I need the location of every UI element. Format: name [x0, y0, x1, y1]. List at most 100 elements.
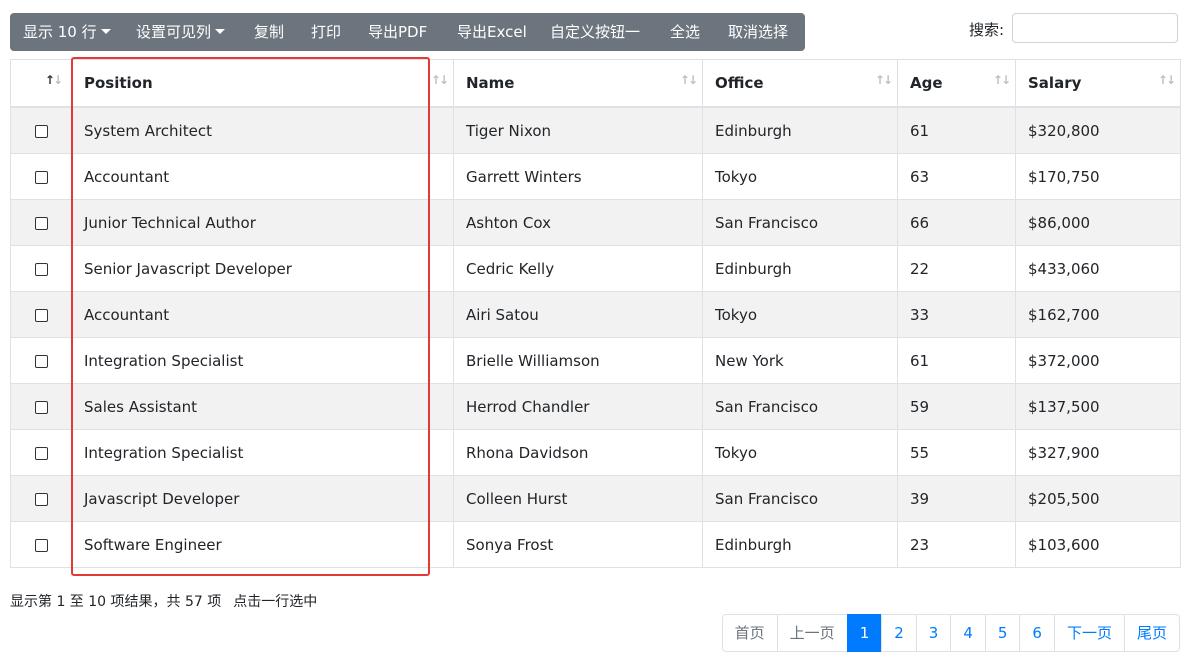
sort-icon: ↑↓	[44, 73, 63, 87]
cell-office: San Francisco	[702, 475, 898, 522]
search-input[interactable]	[1012, 13, 1178, 43]
row-select-cell[interactable]	[10, 153, 72, 200]
row-checkbox[interactable]	[34, 400, 48, 414]
table-row[interactable]: Integration Specialist Rhona Davidson To…	[10, 429, 1181, 476]
cell-name: Sonya Frost	[453, 521, 703, 568]
table-row[interactable]: Sales Assistant Herrod Chandler San Fran…	[10, 383, 1181, 430]
column-header-age[interactable]: Age ↑↓	[897, 59, 1016, 108]
table-row[interactable]: Javascript Developer Colleen Hurst San F…	[10, 475, 1181, 522]
cell-position: Javascript Developer	[71, 475, 454, 522]
table-row[interactable]: Software Engineer Sonya Frost Edinburgh …	[10, 521, 1181, 568]
row-checkbox[interactable]	[34, 124, 48, 138]
first-page-button[interactable]: 首页	[721, 614, 778, 652]
column-header-label: Name	[466, 74, 515, 92]
cell-name: Tiger Nixon	[453, 106, 703, 154]
row-select-cell[interactable]	[10, 337, 72, 384]
export-pdf-button[interactable]: 导出PDF	[368, 13, 427, 51]
deselect-button[interactable]: 取消选择	[728, 13, 788, 51]
row-select-cell[interactable]	[10, 429, 72, 476]
row-select-cell[interactable]	[10, 475, 72, 522]
page-button-6[interactable]: 6	[1019, 614, 1055, 652]
column-visibility-button[interactable]: 设置可见列	[136, 13, 226, 51]
cell-name: Cedric Kelly	[453, 245, 703, 292]
cell-office: Edinburgh	[702, 245, 898, 292]
cell-name: Airi Satou	[453, 291, 703, 338]
table-row[interactable]: Junior Technical Author Ashton Cox San F…	[10, 199, 1181, 246]
row-checkbox[interactable]	[34, 262, 48, 276]
cell-name: Ashton Cox	[453, 199, 703, 246]
row-select-cell[interactable]	[10, 199, 72, 246]
table-info: 显示第 1 至 10 项结果，共 57 项点击一行选中	[10, 591, 317, 611]
row-select-cell[interactable]	[10, 521, 72, 568]
page-button-1[interactable]: 1	[846, 614, 883, 652]
page-button-4[interactable]: 4	[950, 614, 986, 652]
row-select-cell[interactable]	[10, 383, 72, 430]
next-page-button[interactable]: 下一页	[1053, 614, 1125, 652]
column-header-label: Age	[910, 74, 943, 92]
column-header-salary[interactable]: Salary ↑↓	[1015, 59, 1181, 108]
row-checkbox[interactable]	[34, 446, 48, 460]
table-row[interactable]: Senior Javascript Developer Cedric Kelly…	[10, 245, 1181, 292]
row-checkbox[interactable]	[34, 216, 48, 230]
cell-position: System Architect	[71, 106, 454, 154]
table-row[interactable]: Accountant Garrett Winters Tokyo 63 $170…	[10, 153, 1181, 200]
column-header-office[interactable]: Office ↑↓	[702, 59, 898, 108]
cell-age: 22	[897, 245, 1016, 292]
export-excel-button[interactable]: 导出Excel	[457, 13, 527, 51]
selection-hint: 点击一行选中	[233, 594, 318, 610]
row-checkbox[interactable]	[34, 492, 48, 506]
cell-position: Software Engineer	[71, 521, 454, 568]
show-rows-button[interactable]: 显示 10 行	[23, 13, 111, 51]
row-select-cell[interactable]	[10, 106, 72, 154]
cell-salary: $137,500	[1015, 383, 1181, 430]
row-checkbox[interactable]	[34, 354, 48, 368]
cell-position: Integration Specialist	[71, 429, 454, 476]
column-header-name[interactable]: Name ↑↓	[453, 59, 703, 108]
sort-icon: ↑↓	[1157, 73, 1176, 87]
page-button-5[interactable]: 5	[984, 614, 1021, 652]
cell-salary: $170,750	[1015, 153, 1181, 200]
cell-salary: $372,000	[1015, 337, 1181, 384]
prev-page-button[interactable]: 上一页	[776, 614, 848, 652]
cell-salary: $433,060	[1015, 245, 1181, 292]
page-button-3[interactable]: 3	[915, 614, 952, 652]
table-header-row: ↑↓ Position ↑↓ Name ↑↓ Office ↑↓ Age ↑↓ Sala…	[10, 59, 1181, 108]
row-checkbox[interactable]	[34, 538, 48, 552]
last-page-button[interactable]: 尾页	[1123, 614, 1180, 652]
print-button[interactable]: 打印	[311, 13, 341, 51]
cell-name: Colleen Hurst	[453, 475, 703, 522]
column-header-label: Salary	[1028, 74, 1082, 92]
sort-icon: ↑↓	[874, 73, 893, 87]
row-select-cell[interactable]	[10, 291, 72, 338]
result-count-text: 显示第 1 至 10 项结果，共 57 项	[10, 594, 222, 610]
cell-salary: $205,500	[1015, 475, 1181, 522]
copy-button[interactable]: 复制	[254, 13, 284, 51]
cell-office: Tokyo	[702, 153, 898, 200]
cell-name: Garrett Winters	[453, 153, 703, 200]
cell-age: 61	[897, 106, 1016, 154]
row-select-cell[interactable]	[10, 245, 72, 292]
select-all-button[interactable]: 全选	[670, 13, 700, 51]
cell-age: 59	[897, 383, 1016, 430]
cell-office: San Francisco	[702, 383, 898, 430]
cell-name: Brielle Williamson	[453, 337, 703, 384]
select-column-header[interactable]: ↑↓	[10, 59, 72, 108]
cell-position: Accountant	[71, 153, 454, 200]
row-checkbox[interactable]	[34, 170, 48, 184]
page-button-2[interactable]: 2	[881, 614, 917, 652]
cell-office: Edinburgh	[702, 106, 898, 154]
table-row[interactable]: Accountant Airi Satou Tokyo 33 $162,700	[10, 291, 1181, 338]
cell-office: Tokyo	[702, 429, 898, 476]
show-rows-label: 显示 10 行	[23, 23, 97, 41]
search-label: 搜索:	[969, 21, 1005, 39]
row-checkbox[interactable]	[34, 308, 48, 322]
table-row[interactable]: System Architect Tiger Nixon Edinburgh 6…	[10, 106, 1181, 154]
table-row[interactable]: Integration Specialist Brielle Williamso…	[10, 337, 1181, 384]
custom-button-one[interactable]: 自定义按钮一	[550, 13, 640, 51]
cell-position: Senior Javascript Developer	[71, 245, 454, 292]
cell-office: New York	[702, 337, 898, 384]
column-header-label: Office	[715, 74, 764, 92]
cell-age: 61	[897, 337, 1016, 384]
column-visibility-label: 设置可见列	[136, 23, 212, 41]
column-header-position[interactable]: Position ↑↓	[71, 59, 454, 108]
